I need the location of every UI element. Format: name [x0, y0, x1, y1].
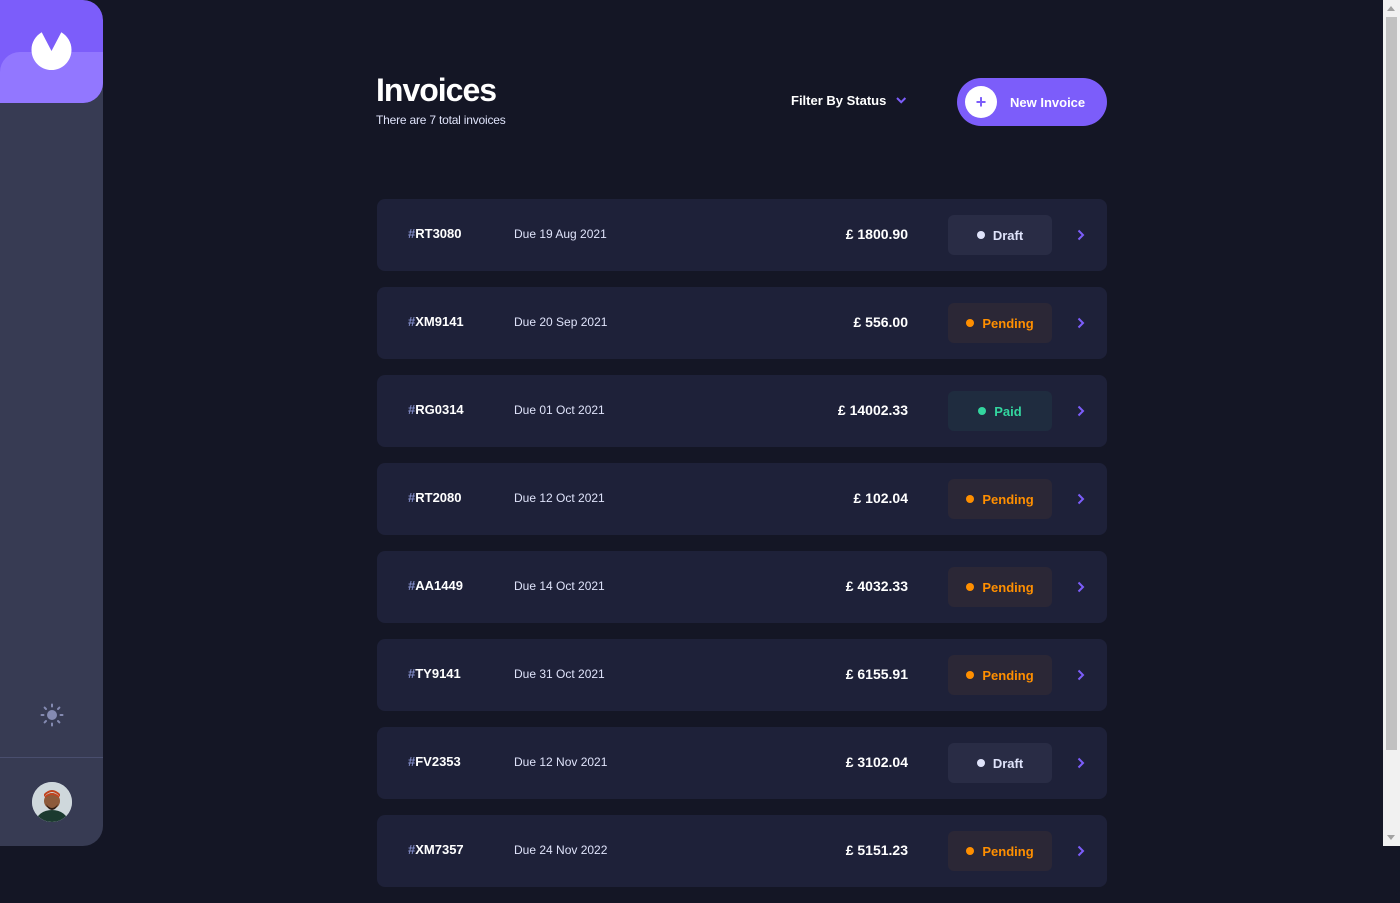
- invoice-id: #TY9141: [408, 666, 461, 681]
- invoice-amount: £ 4032.33: [845, 578, 908, 594]
- invoice-due-date: Due 12 Nov 2021: [514, 755, 608, 769]
- invoice-amount: £ 102.04: [853, 490, 909, 506]
- sidebar-divider: [0, 757, 103, 758]
- scroll-up-arrow-icon[interactable]: [1387, 6, 1395, 11]
- sun-icon[interactable]: [40, 703, 64, 727]
- invoice-row[interactable]: #AA1449 Due 14 Oct 2021 £ 4032.33 Pendin…: [377, 551, 1107, 623]
- logo-icon: [31, 32, 72, 70]
- status-dot: [976, 231, 985, 239]
- chevron-right-icon: [1077, 317, 1085, 329]
- scroll-thumb[interactable]: [1386, 17, 1397, 750]
- invoice-row[interactable]: #XM7357 Due 24 Nov 2022 £ 5151.23 Pendin…: [377, 815, 1107, 887]
- invoice-amount: £ 5151.23: [845, 842, 908, 858]
- status-badge: Draft: [948, 215, 1052, 255]
- invoice-due-date: Due 01 Oct 2021: [514, 403, 605, 417]
- invoice-id-value: XM9141: [415, 314, 464, 329]
- invoice-count: There are 7 total invoices: [376, 113, 506, 127]
- invoice-id-value: TY9141: [415, 666, 461, 681]
- status-badge: Draft: [948, 743, 1052, 783]
- status-badge: Pending: [948, 655, 1052, 695]
- invoice-id-value: XM7357: [415, 842, 464, 857]
- new-invoice-label: New Invoice: [1010, 94, 1086, 110]
- avatar[interactable]: [32, 782, 72, 822]
- chevron-right-icon: [1077, 845, 1085, 857]
- status-label: Pending: [982, 491, 1034, 507]
- status-dot: [966, 847, 975, 855]
- invoice-list: #RT3080 Due 19 Aug 2021 £ 1800.90 Draft …: [377, 199, 1107, 903]
- invoice-amount: £ 6155.91: [845, 666, 908, 682]
- status-badge: Paid: [948, 391, 1052, 431]
- new-invoice-button[interactable]: + New Invoice: [957, 78, 1107, 126]
- invoice-due-date: Due 20 Sep 2021: [514, 315, 608, 329]
- filter-dropdown[interactable]: Filter By Status: [791, 93, 907, 108]
- invoice-id: #XM7357: [408, 842, 464, 857]
- status-badge: Pending: [948, 479, 1052, 519]
- scroll-down-arrow-icon[interactable]: [1387, 835, 1395, 840]
- plus-icon: +: [965, 86, 997, 118]
- chevron-right-icon: [1077, 581, 1085, 593]
- status-label: Draft: [992, 227, 1024, 243]
- invoice-id-value: FV2353: [415, 754, 461, 769]
- invoice-row[interactable]: #FV2353 Due 12 Nov 2021 £ 3102.04 Draft: [377, 727, 1107, 799]
- status-dot: [966, 583, 975, 591]
- invoice-amount: £ 3102.04: [845, 754, 908, 770]
- invoice-row[interactable]: #RT2080 Due 12 Oct 2021 £ 102.04 Pending: [377, 463, 1107, 535]
- filter-label: Filter By Status: [791, 93, 887, 108]
- invoice-due-date: Due 19 Aug 2021: [514, 227, 607, 241]
- chevron-right-icon: [1077, 229, 1085, 241]
- invoice-due-date: Due 24 Nov 2022: [514, 843, 608, 857]
- chevron-down-icon: [896, 97, 907, 104]
- chevron-right-icon: [1077, 669, 1085, 681]
- invoice-id-value: RT2080: [415, 490, 462, 505]
- invoice-id: #RG0314: [408, 402, 464, 417]
- invoice-id: #XM9141: [408, 314, 464, 329]
- invoice-due-date: Due 31 Oct 2021: [514, 667, 605, 681]
- status-label: Draft: [992, 755, 1024, 771]
- status-dot: [966, 671, 975, 679]
- status-dot: [966, 495, 975, 503]
- invoice-row[interactable]: #RT3080 Due 19 Aug 2021 £ 1800.90 Draft: [377, 199, 1107, 271]
- status-badge: Pending: [948, 567, 1052, 607]
- scrollbar[interactable]: [1383, 0, 1400, 846]
- invoice-amount: £ 14002.33: [837, 402, 908, 418]
- status-dot: [966, 319, 975, 327]
- invoice-id-value: AA1449: [415, 578, 463, 593]
- invoice-amount: £ 556.00: [853, 314, 909, 330]
- invoice-id: #FV2353: [408, 754, 461, 769]
- status-label: Pending: [982, 667, 1034, 683]
- status-dot: [976, 759, 985, 767]
- page-header: Invoices There are 7 total invoices Filt…: [376, 72, 1107, 132]
- status-label: Pending: [982, 315, 1034, 331]
- chevron-right-icon: [1077, 493, 1085, 505]
- logo[interactable]: [0, 0, 103, 103]
- chevron-right-icon: [1077, 405, 1085, 417]
- invoice-due-date: Due 14 Oct 2021: [514, 579, 605, 593]
- invoice-row[interactable]: #RG0314 Due 01 Oct 2021 £ 14002.33 Paid: [377, 375, 1107, 447]
- invoice-due-date: Due 12 Oct 2021: [514, 491, 605, 505]
- invoice-id: #RT3080: [408, 226, 461, 241]
- status-dot: [978, 407, 987, 415]
- status-badge: Pending: [948, 831, 1052, 871]
- status-badge: Pending: [948, 303, 1052, 343]
- invoice-amount: £ 1800.90: [845, 226, 908, 242]
- status-label: Paid: [994, 403, 1022, 419]
- invoice-id-value: RG0314: [415, 402, 464, 417]
- invoice-id-value: RT3080: [415, 226, 462, 241]
- invoice-row[interactable]: #TY9141 Due 31 Oct 2021 £ 6155.91 Pendin…: [377, 639, 1107, 711]
- invoice-row[interactable]: #XM9141 Due 20 Sep 2021 £ 556.00 Pending: [377, 287, 1107, 359]
- invoice-id: #AA1449: [408, 578, 463, 593]
- chevron-right-icon: [1077, 757, 1085, 769]
- invoice-id: #RT2080: [408, 490, 461, 505]
- sidebar: [0, 0, 103, 846]
- status-label: Pending: [982, 579, 1034, 595]
- page-title: Invoices: [376, 72, 497, 108]
